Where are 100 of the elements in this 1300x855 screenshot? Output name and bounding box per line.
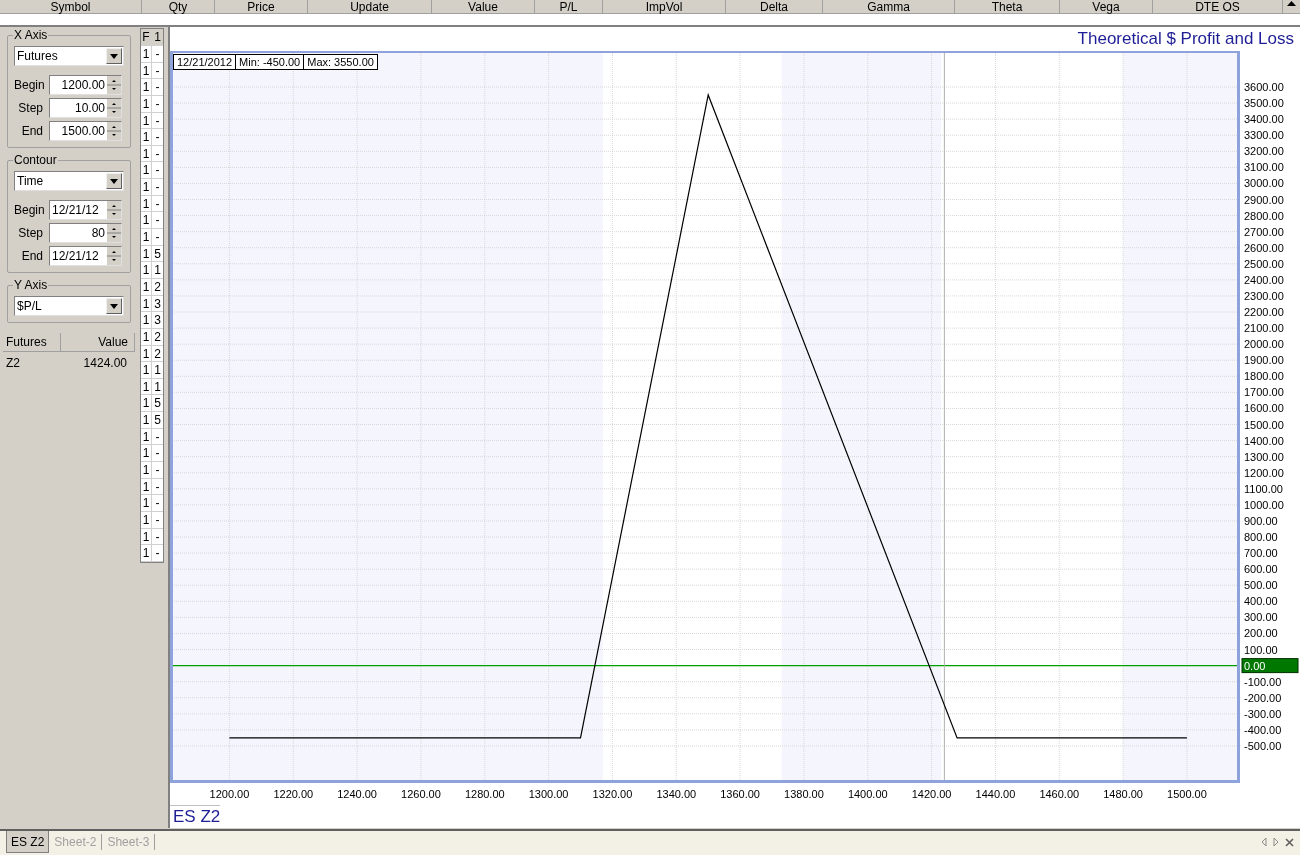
scroll-right-icon[interactable] <box>1273 837 1279 847</box>
y-axis-label: 200.00 <box>1244 627 1278 640</box>
x-axis-label: 1420.00 <box>911 788 952 800</box>
y-axis-label: 3400.00 <box>1244 113 1284 126</box>
legend-text: 12/21/2012 <box>176 55 234 69</box>
x-axis-label: 1380.00 <box>784 788 824 800</box>
column-header[interactable]: ImpVol <box>603 0 726 13</box>
y-axis-label: 1000.00 <box>1244 498 1284 511</box>
y-axis-label: 3000.00 <box>1244 177 1284 190</box>
y-axis-label: 600.00 <box>1244 563 1278 576</box>
column-header[interactable]: Delta <box>726 0 823 13</box>
column-header[interactable]: Gamma <box>823 0 955 13</box>
chart-footer: ES Z2 <box>170 805 221 826</box>
spin-field[interactable]: 80 <box>49 223 122 243</box>
sheet-tab[interactable]: ES Z2 <box>6 831 50 853</box>
column-header[interactable]: Theta <box>955 0 1060 13</box>
spinner-icon[interactable] <box>107 201 121 219</box>
table-cell: 1 <box>141 129 152 145</box>
table-row[interactable] <box>0 14 1300 27</box>
column-header[interactable]: 1 <box>152 29 163 45</box>
y-axis-label: -100.00 <box>1244 675 1282 688</box>
table-cell-text: 3 <box>153 312 162 328</box>
y-axis-label: 800.00 <box>1244 531 1278 543</box>
table-cell: 1 <box>141 362 152 378</box>
column-header[interactable]: P/L <box>535 0 603 13</box>
spinner-icon[interactable] <box>107 224 121 242</box>
close-icon[interactable] <box>1285 837 1294 847</box>
y-axis-label: 3100.00 <box>1244 161 1284 174</box>
y-axis-label: -500.00 <box>1244 739 1282 752</box>
y-axis-label: 1700.00 <box>1244 386 1284 399</box>
y-axis-label: -300.00 <box>1244 707 1282 720</box>
y-axis-label: -200.00 <box>1244 691 1282 704</box>
spinner-icon[interactable] <box>107 122 121 140</box>
scroll-up-icon[interactable] <box>1287 0 1296 6</box>
y-axis-label: 0.00 <box>1244 659 1266 672</box>
table-cell-text: - <box>154 46 161 62</box>
column-header[interactable]: Price <box>215 0 308 13</box>
table-cell-text: - <box>154 179 161 195</box>
table-cell-text: - <box>154 162 161 179</box>
x-axis-label: 1260.00 <box>401 788 441 800</box>
table-cell-text: - <box>154 528 161 545</box>
scroll-left-icon[interactable] <box>1261 837 1267 847</box>
column-header[interactable]: Value <box>432 0 535 13</box>
spinner-icon[interactable] <box>107 247 121 265</box>
group-title: Contour <box>13 153 58 167</box>
table-cell: 1 <box>141 412 152 428</box>
column-header[interactable]: DTE OS <box>1153 0 1283 13</box>
y-axis-label: 2200.00 <box>1244 306 1284 318</box>
table-cell: 1 <box>141 295 152 312</box>
x-axis-label: 1460.00 <box>1039 788 1080 800</box>
caret-icon <box>110 303 118 309</box>
y-axis-label: 2500.00 <box>1244 257 1284 270</box>
column-header[interactable]: Vega <box>1060 0 1153 13</box>
spin-field[interactable]: 1200.00 <box>49 75 122 95</box>
y-axis-label: 2100.00 <box>1244 322 1284 335</box>
y-axis-label: 1200.00 <box>1244 466 1284 479</box>
spinner-icon[interactable] <box>107 99 121 117</box>
y-axis-label: 500.00 <box>1244 579 1278 592</box>
table-cell: 1 <box>141 345 152 362</box>
table-cell: 1 <box>141 195 152 212</box>
spin-field[interactable]: 1500.00 <box>49 121 122 141</box>
column-header[interactable]: Futures <box>3 333 61 351</box>
spin-field[interactable]: 12/21/12 <box>49 200 122 220</box>
table-cell: 1 <box>141 212 152 229</box>
dropdown[interactable]: Time <box>14 171 124 191</box>
table-cell-text: 1 <box>153 262 162 278</box>
field-label: Step <box>17 100 44 117</box>
y-axis-label: 2700.00 <box>1244 225 1284 238</box>
spin-field[interactable]: 12/21/12 <box>49 246 122 266</box>
caret-icon <box>110 178 118 184</box>
dropdown[interactable]: $P/L <box>14 296 124 316</box>
table-cell-text: - <box>154 145 161 162</box>
field-label: Step <box>17 225 44 242</box>
group-title: X Axis <box>13 28 49 42</box>
column-header[interactable]: Value <box>61 333 135 351</box>
dropdown[interactable]: Futures <box>14 46 124 66</box>
chart-title: Theoretical $ Profit and Loss <box>1076 28 1295 51</box>
column-header[interactable]: Qty <box>142 0 215 13</box>
x-axis-label: 1440.00 <box>975 788 1016 800</box>
table-cell-text: 3 <box>153 295 162 312</box>
table-cell-text: Z2 <box>5 355 21 372</box>
table-cell: 1 <box>141 162 152 179</box>
column-header[interactable]: F <box>141 29 152 45</box>
column-header[interactable]: Update <box>308 0 432 13</box>
y-axis-label: 1800.00 <box>1244 370 1284 383</box>
table-cell: 1 <box>141 312 152 328</box>
spin-field[interactable]: 10.00 <box>49 98 122 118</box>
column-header[interactable]: Symbol <box>0 0 142 13</box>
table-cell: 1 <box>141 495 152 511</box>
table-cell-text: - <box>154 462 161 478</box>
y-axis-label: 3600.00 <box>1244 81 1284 93</box>
y-axis-label: 3300.00 <box>1244 129 1284 142</box>
table-cell-text: 2 <box>153 278 162 295</box>
table-cell-text: 2 <box>153 345 162 362</box>
spinner-icon[interactable] <box>107 76 121 94</box>
table-cell: 1 <box>141 445 152 461</box>
table-cell: 1 <box>141 262 152 278</box>
table-cell-text: - <box>154 478 161 495</box>
table-cell: 1 <box>141 145 152 162</box>
table-cell-text: - <box>154 545 161 561</box>
